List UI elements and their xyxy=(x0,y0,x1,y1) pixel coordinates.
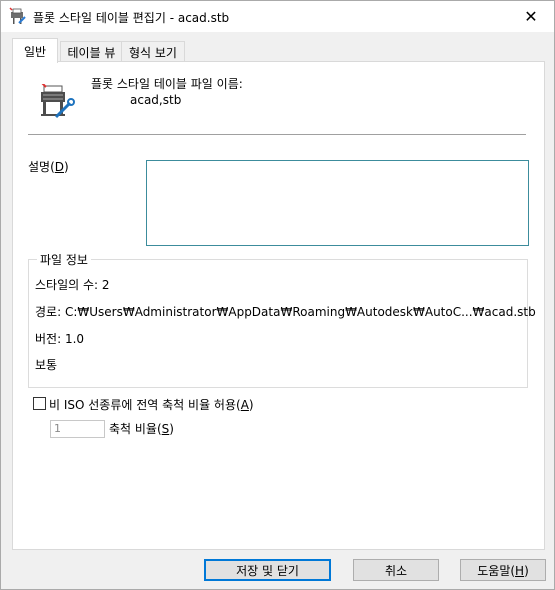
help-button[interactable]: 도움말(H) xyxy=(460,559,546,581)
description-textarea[interactable] xyxy=(146,160,529,246)
normal-text: 보통 xyxy=(35,358,58,372)
save-and-close-button[interactable]: 저장 및 닫기 xyxy=(204,559,331,581)
plot-style-table-editor-window: 플롯 스타일 테이블 편집기 - acad.stb ✕ 일반 테이블 뷰 형식 … xyxy=(0,0,555,590)
tab-table-view-label: 테이블 뷰 xyxy=(67,45,116,60)
file-info-legend: 파일 정보 xyxy=(37,251,91,268)
scale-factor-label: 축척 비율(S) xyxy=(109,422,174,436)
file-name-value: acad,stb xyxy=(130,93,182,107)
separator-line xyxy=(28,134,526,135)
style-count-text: 스타일의 수: 2 xyxy=(35,278,110,292)
tab-table-view[interactable]: 테이블 뷰 xyxy=(60,41,123,62)
plot-style-table-icon xyxy=(41,84,75,119)
help-label: 도움말(H) xyxy=(477,563,529,578)
path-text: 경로: C:₩Users₩Administrator₩AppData₩Roami… xyxy=(35,305,536,319)
plotter-icon xyxy=(9,7,26,24)
cancel-label: 취소 xyxy=(384,563,408,578)
close-button[interactable]: ✕ xyxy=(508,1,554,32)
cancel-button[interactable]: 취소 xyxy=(353,559,439,581)
tab-form-view[interactable]: 형식 보기 xyxy=(121,41,185,62)
close-icon: ✕ xyxy=(524,7,538,26)
tab-form-view-label: 형식 보기 xyxy=(129,45,177,60)
version-text: 버전: 1.0 xyxy=(35,332,85,346)
save-and-close-label: 저장 및 닫기 xyxy=(236,563,299,578)
title-bar: 플롯 스타일 테이블 편집기 - acad.stb ✕ xyxy=(1,1,554,32)
general-tab-panel: 플롯 스타일 테이블 파일 이름: acad,stb 설명(D) 파일 정보 스… xyxy=(12,61,545,550)
tab-general-label: 일반 xyxy=(23,44,47,59)
file-name-label: 플롯 스타일 테이블 파일 이름: xyxy=(91,77,243,91)
non-iso-linetype-label[interactable]: 비 ISO 선종류에 전역 축척 비율 허용(A) xyxy=(49,396,254,413)
scale-factor-input[interactable]: 1 xyxy=(50,420,105,438)
window-title: 플롯 스타일 테이블 편집기 - acad.stb xyxy=(33,11,230,25)
description-label: 설명(D) xyxy=(28,160,69,174)
non-iso-linetype-checkbox[interactable] xyxy=(33,397,46,410)
tab-general[interactable]: 일반 xyxy=(12,38,58,63)
